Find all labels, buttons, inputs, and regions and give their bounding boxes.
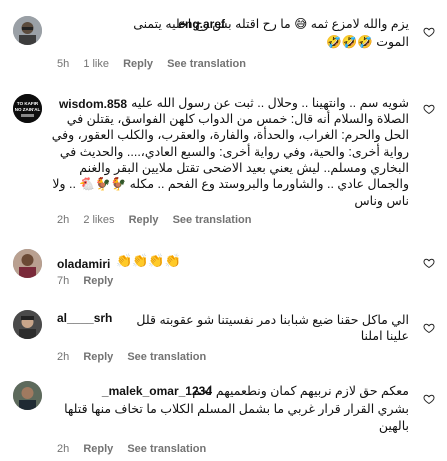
comment-text-line: والجمال عادي .. والشاورما والبروستد وع ا…	[52, 177, 409, 191]
comment-text-line: بالهين	[378, 419, 409, 433]
comment-oladamiri: oladamiri 👏👏👏👏 7h Reply	[0, 245, 447, 295]
comment-text-line: معكم حق لازم نربيهم كمان ونطعميهم لحم	[192, 384, 409, 398]
svg-text:TO KAFIR: TO KAFIR	[17, 101, 39, 106]
comment-meta: 7h Reply	[57, 275, 124, 287]
reply-button[interactable]: Reply	[83, 275, 113, 287]
username[interactable]: wisdom.858	[59, 97, 127, 111]
see-translation-button[interactable]: See translation	[127, 351, 206, 363]
heart-outline-icon[interactable]	[423, 393, 435, 405]
comment-meta: 5h 1 like Reply See translation	[57, 58, 257, 70]
comment-text-line: البخاري ومسلم.. ليش يعني بعيد الاضحى تقت…	[79, 161, 409, 175]
heart-outline-icon[interactable]	[423, 103, 435, 115]
timestamp: 2h	[57, 443, 70, 455]
comment-text-line: شويه سم .. وانتهينا .. وحلال .. ثبت عن ر…	[131, 96, 409, 110]
see-translation-button[interactable]: See translation	[167, 58, 246, 70]
comment-text-line: علينا املنا	[360, 329, 409, 343]
timestamp: 5h	[57, 58, 70, 70]
comment-text-line: رواية أخرى: والحية، وفي رواية أخرى: والس…	[59, 145, 409, 159]
comment-al-srh: al____srh الي ماكل حقنا ضيع شبابنا دمر ن…	[0, 300, 447, 375]
see-translation-button[interactable]: See translation	[173, 214, 252, 226]
reply-button[interactable]: Reply	[83, 443, 113, 455]
reply-button[interactable]: Reply	[129, 214, 159, 226]
emoji-text: 👏👏👏👏	[116, 253, 181, 268]
comment-meta: 2h Reply See translation	[57, 443, 217, 455]
username[interactable]: oladamiri	[57, 257, 110, 271]
comment-text-line: الحل والحرم: الغراب، والحدأة، والفارة، و…	[51, 128, 409, 142]
heart-outline-icon[interactable]	[423, 26, 435, 38]
avatar-photo-icon	[13, 16, 42, 45]
avatar[interactable]: TO KAFIR NO ZAIN'AL	[13, 94, 42, 123]
comment-text-line: الصلاة والسلام أنه قال: خمس من الدواب كل…	[66, 112, 409, 126]
heart-outline-icon[interactable]	[423, 257, 435, 269]
avatar[interactable]	[13, 16, 42, 45]
avatar[interactable]	[13, 381, 42, 410]
avatar-photo-icon	[13, 310, 42, 339]
comment-text-line: بشري القرار قرار غربي ما بشمل المسلم الك…	[64, 402, 409, 416]
avatar-photo-icon	[13, 381, 42, 410]
comment-text-line: ناس وناس	[354, 194, 409, 208]
comment-text-line: الي ماكل حقنا ضيع شبابنا دمر نفسيتنا شو …	[136, 313, 409, 327]
avatar[interactable]	[13, 310, 42, 339]
comment-malek-omar: _malek_omar_1234 معكم حق لازم نربيهم كما…	[0, 375, 447, 461]
comment-meta: 2h Reply See translation	[57, 351, 217, 363]
timestamp: 2h	[57, 351, 70, 363]
reply-button[interactable]: Reply	[83, 351, 113, 363]
like-count[interactable]: 1 like	[83, 58, 109, 70]
comment-text-line: يزم والله لامزع ثمه 😅 ما رح اقتله بس رح …	[133, 17, 409, 31]
avatar[interactable]	[13, 249, 42, 278]
reply-button[interactable]: Reply	[123, 58, 153, 70]
comment-text-line: الموت 🤣🤣🤣	[326, 35, 409, 49]
username[interactable]: al____srh	[57, 311, 112, 325]
timestamp: 7h	[57, 275, 70, 287]
comment-wisdom: TO KAFIR NO ZAIN'AL wisdom.858 شويه سم .…	[0, 80, 447, 245]
timestamp: 2h	[57, 214, 70, 226]
comment-meta: 2h 2 likes Reply See translation	[57, 214, 262, 226]
svg-text:NO ZAIN'AL: NO ZAIN'AL	[15, 107, 41, 112]
comment-eng-aref: eng.aref يزم والله لامزع ثمه 😅 ما رح اقت…	[0, 0, 447, 80]
see-translation-button[interactable]: See translation	[127, 443, 206, 455]
like-count[interactable]: 2 likes	[83, 214, 114, 226]
heart-outline-icon[interactable]	[423, 322, 435, 334]
avatar-logo-icon: TO KAFIR NO ZAIN'AL	[13, 94, 42, 123]
avatar-photo-icon	[13, 249, 42, 278]
